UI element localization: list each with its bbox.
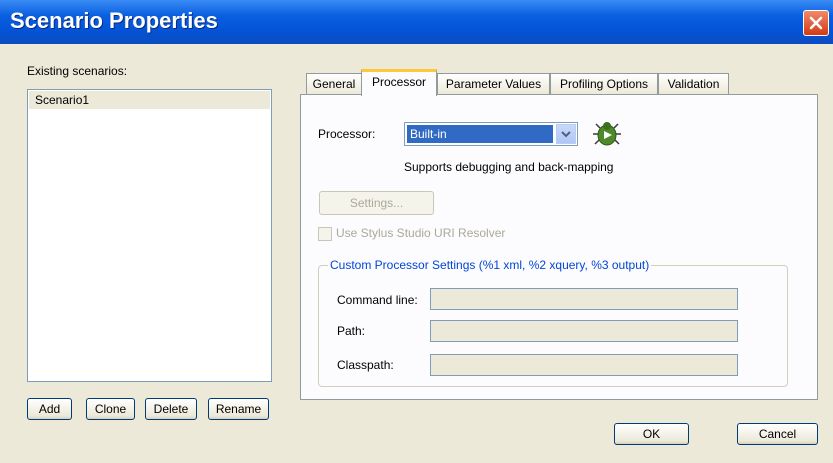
bug-play-icon xyxy=(593,122,621,146)
list-item[interactable]: Scenario1 xyxy=(29,91,270,109)
scenario-properties-dialog: Scenario Properties Existing scenarios: … xyxy=(0,0,833,463)
add-button-label: Add xyxy=(38,402,61,416)
tab-profiling-options-label: Profiling Options xyxy=(559,77,649,91)
rename-button[interactable]: Rename xyxy=(208,398,269,420)
command-line-label: Command line: xyxy=(337,293,418,307)
processor-label: Processor: xyxy=(318,127,376,141)
cancel-button-label: Cancel xyxy=(758,427,797,441)
close-button[interactable] xyxy=(803,10,829,36)
tab-general-label: General xyxy=(312,77,356,91)
custom-settings-legend: Custom Processor Settings (%1 xml, %2 xq… xyxy=(328,258,652,272)
tab-validation-label: Validation xyxy=(667,77,720,91)
uri-resolver-label: Use Stylus Studio URI Resolver xyxy=(336,226,506,240)
processor-selected-value: Built-in xyxy=(407,125,553,143)
close-icon xyxy=(809,16,823,30)
path-label: Path: xyxy=(337,324,366,338)
chevron-down-icon xyxy=(561,131,571,138)
delete-button-label: Delete xyxy=(153,402,189,416)
existing-scenarios-label: Existing scenarios: xyxy=(27,64,128,78)
delete-button[interactable]: Delete xyxy=(145,398,197,420)
tab-processor[interactable]: Processor xyxy=(361,69,437,96)
add-button[interactable]: Add xyxy=(27,398,72,420)
rename-button-label: Rename xyxy=(215,402,262,416)
title-bar[interactable]: Scenario Properties xyxy=(0,0,833,44)
ok-button-label: OK xyxy=(642,427,661,441)
tab-processor-label: Processor xyxy=(371,75,427,89)
window-title: Scenario Properties xyxy=(10,8,218,33)
tab-profiling-options[interactable]: Profiling Options xyxy=(550,73,658,94)
path-field[interactable] xyxy=(430,320,738,342)
command-line-field[interactable] xyxy=(430,288,738,310)
processor-description: Supports debugging and back-mapping xyxy=(404,160,614,174)
uri-resolver-checkbox[interactable] xyxy=(318,227,332,241)
cancel-button[interactable]: Cancel xyxy=(737,423,818,445)
tab-parameter-values[interactable]: Parameter Values xyxy=(437,73,550,94)
classpath-label: Classpath: xyxy=(337,358,394,372)
tab-parameter-values-label: Parameter Values xyxy=(445,77,542,91)
ok-button[interactable]: OK xyxy=(614,423,689,445)
clone-button[interactable]: Clone xyxy=(86,398,135,420)
clone-button-label: Clone xyxy=(94,402,127,416)
settings-button[interactable]: Settings... xyxy=(319,191,434,215)
dropdown-button[interactable] xyxy=(556,124,576,144)
scenario-list[interactable]: Scenario1 xyxy=(27,89,272,382)
settings-button-label: Settings... xyxy=(349,196,404,210)
tab-validation[interactable]: Validation xyxy=(658,73,729,94)
processor-select[interactable]: Built-in xyxy=(404,122,578,146)
tab-general[interactable]: General xyxy=(306,73,362,94)
classpath-field[interactable] xyxy=(430,354,738,376)
